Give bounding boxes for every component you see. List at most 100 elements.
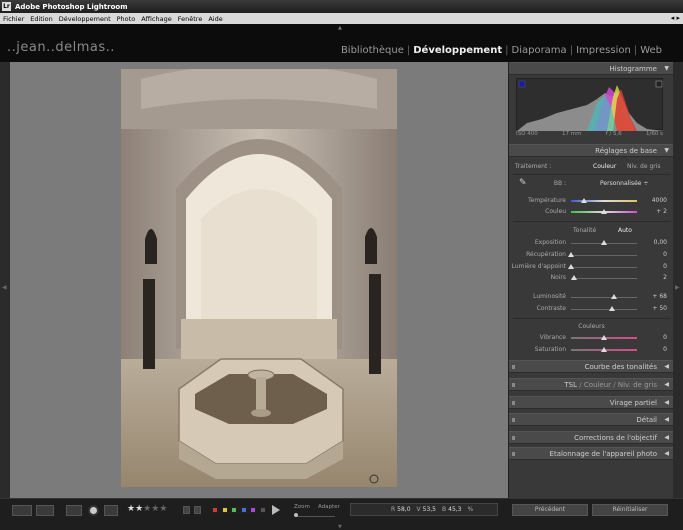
fill-light-thumb[interactable] bbox=[568, 264, 574, 269]
tint-thumb[interactable] bbox=[601, 209, 607, 214]
temp-slider[interactable]: Température 4000 bbox=[513, 196, 670, 206]
menu-develop[interactable]: Développement bbox=[56, 15, 114, 23]
brightness-track[interactable] bbox=[571, 297, 637, 298]
module-develop[interactable]: Développement bbox=[410, 45, 505, 56]
blacks-slider[interactable]: Noirs 2 bbox=[513, 273, 670, 283]
saturation-slider[interactable]: Saturation 0 bbox=[513, 345, 670, 355]
panel-switch-icon[interactable] bbox=[512, 365, 515, 369]
zoom-slider-thumb[interactable] bbox=[294, 513, 298, 517]
panel-switch-icon[interactable] bbox=[512, 383, 515, 387]
module-slideshow[interactable]: Diaporama bbox=[509, 45, 570, 56]
fill-light-value[interactable]: 0 bbox=[663, 263, 667, 270]
right-panel-toggle-icon[interactable]: ▶ bbox=[675, 284, 680, 291]
blacks-track[interactable] bbox=[571, 278, 637, 279]
expand-triangle-icon[interactable]: ◀ bbox=[664, 434, 669, 441]
lens-corrections-header[interactable]: Corrections de l'objectif ◀ bbox=[509, 431, 674, 444]
expand-triangle-icon[interactable]: ◀ bbox=[664, 450, 669, 457]
rating-star[interactable]: ★ bbox=[135, 504, 143, 514]
panel-switch-icon[interactable] bbox=[512, 401, 515, 405]
menu-help[interactable]: Aide bbox=[205, 15, 225, 23]
blacks-thumb[interactable] bbox=[570, 275, 577, 280]
left-panel-toggle-icon[interactable]: ◀ bbox=[2, 284, 7, 291]
color-label-swatch[interactable] bbox=[212, 507, 218, 513]
basic-header[interactable]: Réglages de base ▼ bbox=[509, 144, 674, 157]
split-toning-header[interactable]: Virage partiel ◀ bbox=[509, 396, 674, 409]
exposure-thumb[interactable] bbox=[601, 240, 607, 245]
color-label-swatch[interactable] bbox=[231, 507, 237, 513]
color-label-swatch[interactable] bbox=[221, 507, 228, 513]
treatment-gray-button[interactable]: Niv. de gris bbox=[627, 163, 661, 170]
menu-window[interactable]: Fenêtre bbox=[175, 15, 206, 23]
menu-edit[interactable]: Edition bbox=[27, 15, 56, 23]
hsl-color-tab[interactable]: Couleur bbox=[584, 381, 611, 389]
module-print[interactable]: Impression bbox=[573, 45, 634, 56]
color-label-swatch[interactable] bbox=[250, 507, 256, 513]
contrast-thumb[interactable] bbox=[608, 306, 615, 311]
photo-preview[interactable] bbox=[121, 69, 397, 487]
recovery-slider[interactable]: Récupération 0 bbox=[513, 250, 670, 260]
panel-switch-icon[interactable] bbox=[512, 452, 515, 456]
vibrance-value[interactable]: 0 bbox=[663, 334, 667, 341]
color-label-swatch[interactable] bbox=[259, 507, 266, 513]
brightness-slider[interactable]: Luminosité + 68 bbox=[513, 292, 670, 302]
tone-curve-header[interactable]: Courbe des tonalités ◀ bbox=[509, 360, 674, 373]
vibrance-slider[interactable]: Vibrance 0 bbox=[513, 333, 670, 343]
contrast-track[interactable] bbox=[571, 309, 637, 310]
previous-button[interactable]: Précédent bbox=[512, 504, 588, 516]
exposure-value[interactable]: 0,00 bbox=[654, 239, 667, 246]
before-after-button[interactable] bbox=[36, 505, 54, 516]
fill-light-track[interactable] bbox=[571, 267, 637, 268]
treatment-color-button[interactable]: Couleur bbox=[593, 163, 616, 170]
blacks-value[interactable]: 2 bbox=[663, 274, 667, 281]
window-nav-icon[interactable]: ◂ ▸ bbox=[671, 14, 680, 22]
rating-stars[interactable]: ★★★★★ bbox=[127, 504, 167, 514]
reset-button[interactable]: Réinitialiser bbox=[592, 504, 668, 516]
spot-removal-icon[interactable] bbox=[88, 505, 99, 516]
zoom-slider[interactable] bbox=[295, 516, 335, 517]
histogram-header[interactable]: Histogramme ▼ bbox=[509, 62, 674, 75]
flag-pick-icon[interactable] bbox=[183, 506, 190, 514]
rating-star[interactable]: ★ bbox=[159, 504, 167, 514]
recovery-value[interactable]: 0 bbox=[663, 251, 667, 258]
expand-triangle-icon[interactable]: ◀ bbox=[664, 399, 669, 406]
bottom-panel-toggle-icon[interactable]: ▼ bbox=[338, 524, 342, 530]
module-web[interactable]: Web bbox=[637, 45, 665, 56]
panel-switch-icon[interactable] bbox=[512, 436, 515, 440]
loupe-view-button[interactable] bbox=[12, 505, 32, 516]
exposure-slider[interactable]: Exposition 0,00 bbox=[513, 238, 670, 248]
hsl-tab[interactable]: TSL bbox=[564, 381, 577, 389]
right-panel-edge[interactable]: ▶ bbox=[673, 62, 683, 498]
flag-reject-icon[interactable] bbox=[194, 506, 201, 514]
top-panel-toggle-icon[interactable]: ▲ bbox=[338, 25, 342, 31]
tint-value[interactable]: + 2 bbox=[656, 208, 667, 215]
rating-star[interactable]: ★ bbox=[127, 504, 135, 514]
hsl-header[interactable]: TSL / Couleur / Niv. de gris ◀ bbox=[509, 378, 674, 391]
red-eye-button[interactable] bbox=[104, 505, 118, 516]
brightness-thumb[interactable] bbox=[610, 294, 617, 299]
contrast-value[interactable]: + 50 bbox=[652, 305, 667, 312]
fill-light-slider[interactable]: Lumière d'appoint 0 bbox=[512, 262, 670, 272]
crop-tool-button[interactable] bbox=[66, 505, 82, 516]
saturation-value[interactable]: 0 bbox=[663, 346, 667, 353]
play-icon[interactable] bbox=[272, 505, 280, 515]
collapse-triangle-icon[interactable]: ▼ bbox=[664, 147, 669, 154]
tint-slider[interactable]: Couleu + 2 bbox=[513, 207, 670, 217]
module-library[interactable]: Bibliothèque bbox=[338, 45, 407, 56]
brightness-value[interactable]: + 68 bbox=[652, 293, 667, 300]
panel-switch-icon[interactable] bbox=[512, 418, 515, 422]
menu-view[interactable]: Affichage bbox=[138, 15, 175, 23]
left-panel-collapsed[interactable]: ◀ bbox=[0, 62, 10, 498]
zoom-mode[interactable]: Adapter bbox=[318, 504, 340, 510]
histogram-chart[interactable] bbox=[516, 78, 664, 131]
expand-triangle-icon[interactable]: ◀ bbox=[664, 381, 669, 388]
vibrance-thumb[interactable] bbox=[601, 335, 607, 340]
hsl-gray-tab[interactable]: Niv. de gris bbox=[618, 381, 657, 389]
detail-header[interactable]: Détail ◀ bbox=[509, 413, 674, 426]
photo-canvas[interactable] bbox=[10, 62, 508, 498]
expand-triangle-icon[interactable]: ◀ bbox=[664, 363, 669, 370]
temp-value[interactable]: 4000 bbox=[652, 197, 667, 204]
contrast-slider[interactable]: Contraste + 50 bbox=[513, 304, 670, 314]
menu-photo[interactable]: Photo bbox=[114, 15, 139, 23]
collapse-triangle-icon[interactable]: ▼ bbox=[664, 65, 669, 72]
recovery-track[interactable] bbox=[571, 255, 637, 256]
